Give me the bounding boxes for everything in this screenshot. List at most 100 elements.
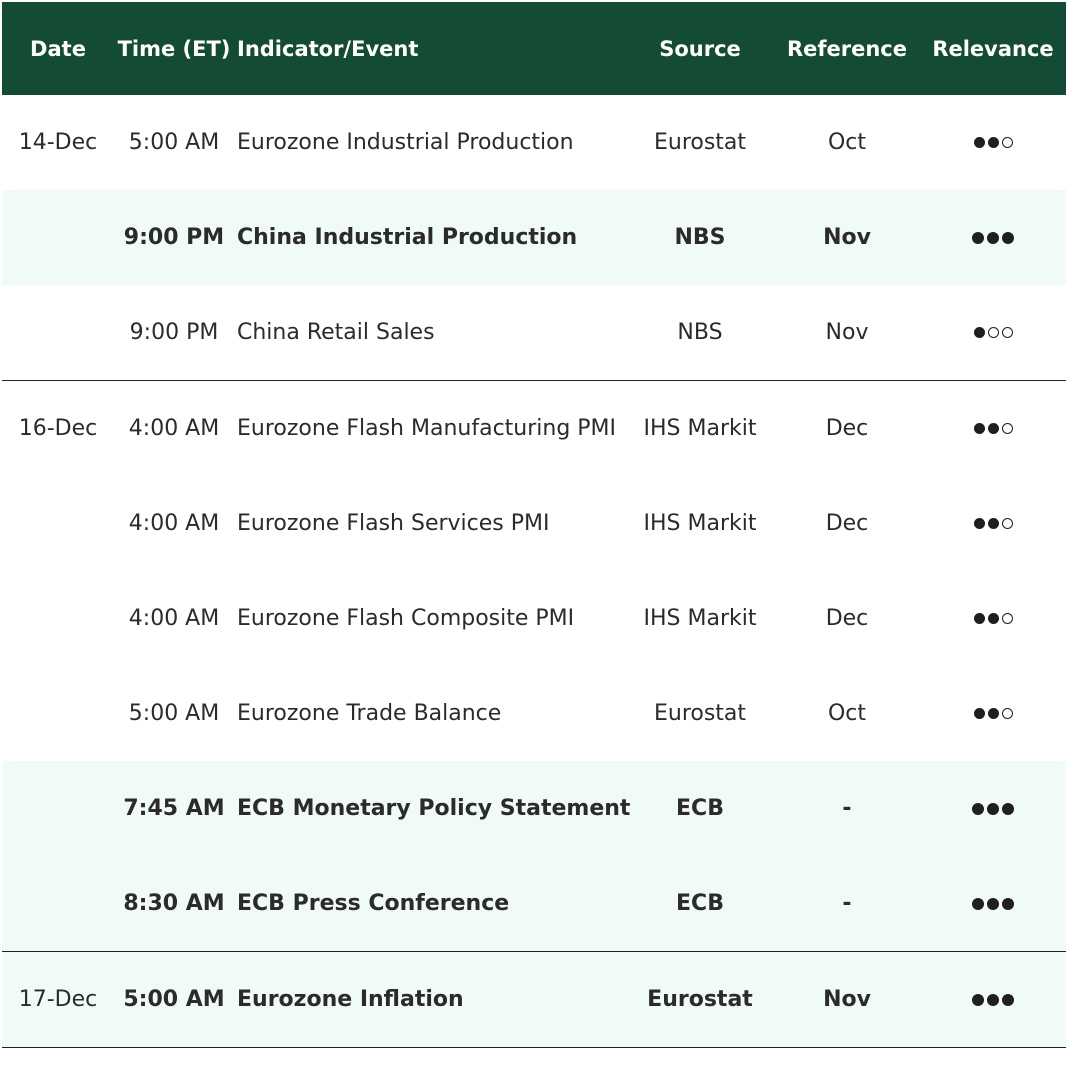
relevance-cell <box>920 952 1066 1047</box>
event-cell: Eurozone Flash Services PMI <box>237 511 550 536</box>
reference-cell: Dec <box>825 606 869 631</box>
date-cell <box>2 666 114 761</box>
relevance-dots <box>973 613 1013 624</box>
source-cell: IHS Markit <box>643 416 757 441</box>
time-cell: 7:45 AM <box>123 796 225 821</box>
time-cell: 4:00 AM <box>128 416 220 441</box>
source-cell: Eurostat <box>647 987 753 1012</box>
filled-dot-icon <box>972 802 984 815</box>
filled-dot-icon <box>1002 802 1014 815</box>
relevance-dots <box>972 897 1014 910</box>
filled-dot-icon <box>987 231 999 244</box>
empty-dot-icon <box>1001 613 1013 624</box>
filled-dot-icon <box>987 708 999 719</box>
reference-cell: Dec <box>825 416 869 441</box>
event-cell: China Industrial Production <box>237 225 578 250</box>
reference-cell: Nov <box>823 225 871 250</box>
reference-cell: Nov <box>825 320 869 345</box>
event-cell: Eurozone Flash Composite PMI <box>237 606 575 631</box>
relevance-dots <box>972 802 1014 815</box>
source-cell: NBS <box>677 320 723 345</box>
event-cell: China Retail Sales <box>237 320 435 345</box>
filled-dot-icon <box>987 613 999 624</box>
relevance-cell <box>920 190 1066 285</box>
date-cell <box>2 476 114 571</box>
source-cell: IHS Markit <box>643 511 757 536</box>
relevance-dots <box>973 137 1013 148</box>
header-source: Source <box>659 36 741 61</box>
event-cell: Eurozone Trade Balance <box>237 701 502 726</box>
event-cell: ECB Press Conference <box>237 891 510 916</box>
filled-dot-icon <box>973 137 985 148</box>
table-header: Date Time (ET) Indicator/Event Source Re… <box>2 2 1066 95</box>
date-cell: 14-Dec <box>18 130 98 155</box>
filled-dot-icon <box>973 708 985 719</box>
relevance-dots <box>972 993 1014 1006</box>
table-row: 7:45 AM ECB Monetary Policy Statement ECB - <box>2 761 1066 856</box>
filled-dot-icon <box>987 993 999 1006</box>
table-row: 4:00 AM Eurozone Flash Composite PMI IHS M… <box>2 571 1066 666</box>
relevance-cell <box>920 95 1066 190</box>
relevance-dots <box>972 231 1014 244</box>
table-row: 9:00 PM China Retail Sales NBS Nov <box>2 285 1066 381</box>
table-body: 14-Dec 5:00 AM Eurozone Industrial Product… <box>2 95 1066 1048</box>
table-row: 17-Dec 5:00 AM Eurozone Inflation Eurostat N… <box>2 952 1066 1048</box>
table-row: 8:30 AM ECB Press Conference ECB - <box>2 856 1066 952</box>
source-cell: Eurostat <box>653 701 747 726</box>
empty-dot-icon <box>1001 518 1013 529</box>
filled-dot-icon <box>1002 231 1014 244</box>
time-cell: 5:00 AM <box>123 987 225 1012</box>
date-cell <box>2 190 114 285</box>
relevance-cell <box>920 761 1066 856</box>
empty-dot-icon <box>987 327 999 338</box>
header-event: Indicator/Event <box>237 36 419 61</box>
table-row: 14-Dec 5:00 AM Eurozone Industrial Product… <box>2 95 1066 190</box>
date-cell <box>2 285 114 380</box>
source-cell: Eurostat <box>653 130 747 155</box>
relevance-cell <box>920 476 1066 571</box>
filled-dot-icon <box>973 423 985 434</box>
relevance-cell <box>920 571 1066 666</box>
filled-dot-icon <box>972 993 984 1006</box>
reference-cell: Oct <box>827 701 867 726</box>
filled-dot-icon <box>987 802 999 815</box>
filled-dot-icon <box>973 613 985 624</box>
filled-dot-icon <box>973 518 985 529</box>
empty-dot-icon <box>1001 423 1013 434</box>
header-relevance: Relevance <box>932 36 1054 61</box>
table-row: 9:00 PM China Industrial Production NBS Nov <box>2 190 1066 285</box>
relevance-cell <box>920 381 1066 476</box>
header-date: Date <box>30 36 86 61</box>
header-reference: Reference <box>786 36 908 61</box>
table-row: 4:00 AM Eurozone Flash Services PMI IHS Ma… <box>2 476 1066 571</box>
date-cell <box>2 856 114 951</box>
time-cell: 9:00 PM <box>123 225 225 250</box>
empty-dot-icon <box>1001 137 1013 148</box>
table-row: 16-Dec 4:00 AM Eurozone Flash Manufacturin… <box>2 381 1066 476</box>
filled-dot-icon <box>987 518 999 529</box>
date-cell: 16-Dec <box>18 416 98 441</box>
event-cell: Eurozone Inflation <box>237 987 464 1012</box>
date-cell <box>2 571 114 666</box>
date-cell <box>2 761 114 856</box>
source-cell: ECB <box>676 796 724 821</box>
reference-cell: - <box>842 796 852 821</box>
reference-cell: Nov <box>823 987 871 1012</box>
time-cell: 5:00 AM <box>128 130 220 155</box>
date-cell: 17-Dec <box>18 987 98 1012</box>
relevance-cell <box>920 666 1066 761</box>
relevance-dots <box>973 518 1013 529</box>
reference-cell: - <box>842 891 852 916</box>
reference-cell: Oct <box>827 130 867 155</box>
relevance-cell <box>920 285 1066 380</box>
economic-calendar-table: Date Time (ET) Indicator/Event Source Re… <box>2 2 1066 1048</box>
filled-dot-icon <box>973 327 985 338</box>
time-cell: 9:00 PM <box>129 320 219 345</box>
time-cell: 8:30 AM <box>123 891 225 916</box>
time-cell: 4:00 AM <box>128 606 220 631</box>
reference-cell: Dec <box>825 511 869 536</box>
event-cell: Eurozone Flash Manufacturing PMI <box>237 416 617 441</box>
filled-dot-icon <box>987 897 999 910</box>
relevance-dots <box>973 708 1013 719</box>
filled-dot-icon <box>987 137 999 148</box>
